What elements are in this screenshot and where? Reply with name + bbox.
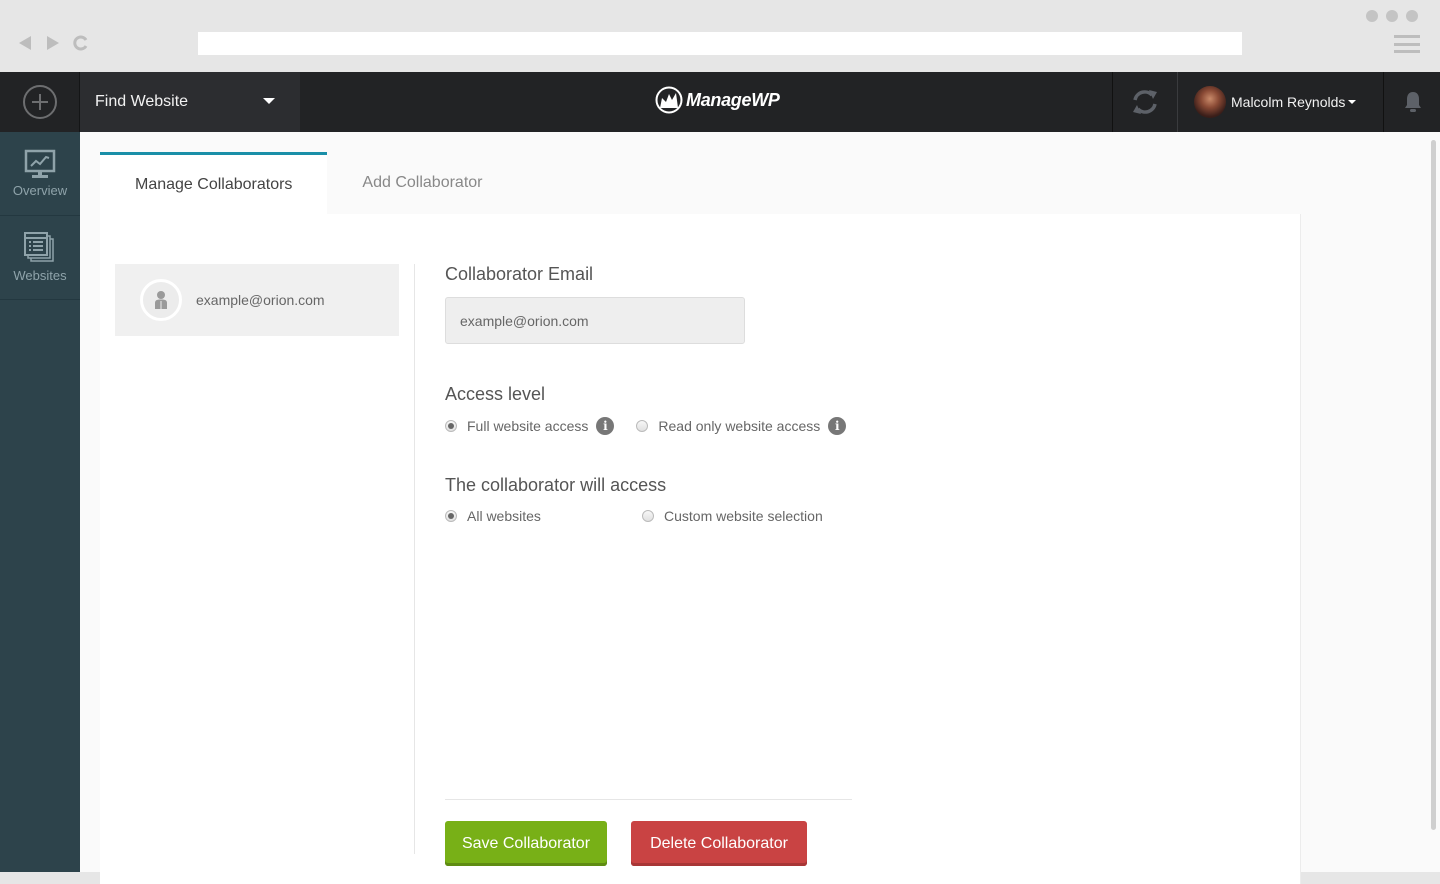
browser-chrome (0, 0, 1440, 72)
sync-icon (1133, 90, 1157, 114)
collaborator-tabs: Manage Collaborators Add Collaborator (100, 152, 518, 214)
sidebar-item-overview[interactable]: Overview (0, 132, 80, 216)
find-website-label: Find Website (95, 93, 189, 110)
top-navbar: Find Website ManageWP Malcolm Reynolds (0, 72, 1440, 132)
all-websites-label: All websites (467, 508, 541, 524)
delete-collaborator-button[interactable]: Delete Collaborator (631, 821, 807, 866)
info-icon[interactable]: i (828, 417, 847, 435)
window-dot[interactable] (1366, 10, 1378, 22)
chevron-down-icon (1348, 100, 1357, 104)
save-collaborator-button[interactable]: Save Collaborator (445, 821, 607, 866)
managewp-logo-icon (655, 86, 683, 114)
monitor-chart-icon (24, 149, 56, 178)
window-controls (1366, 10, 1418, 22)
collaborator-email: example@orion.com (196, 292, 325, 308)
forward-button[interactable] (44, 34, 62, 52)
read-only-access-radio[interactable] (636, 420, 649, 432)
custom-selection-radio[interactable] (642, 510, 654, 522)
user-name: Malcolm Reynolds (1231, 94, 1346, 110)
access-level-options: Full website access i Read only website … (445, 417, 853, 435)
websites-list-icon (24, 232, 54, 262)
chevron-down-icon (263, 98, 275, 104)
hamburger-menu-icon[interactable] (1394, 35, 1420, 53)
forward-arrow-icon (47, 36, 59, 50)
read-only-access-label: Read only website access (658, 418, 821, 434)
sidebar-item-label: Overview (12, 183, 68, 198)
user-avatar (1194, 86, 1226, 118)
notifications-button[interactable] (1385, 72, 1440, 132)
access-level-label: Access level (445, 384, 546, 404)
browser-nav (16, 34, 90, 52)
reload-icon (73, 35, 88, 51)
all-websites-radio[interactable] (445, 510, 457, 522)
back-button[interactable] (16, 34, 34, 52)
plus-circle-icon (22, 85, 57, 119)
scope-label: The collaborator will access (445, 475, 667, 495)
main-content: Manage Collaborators Add Collaborator ex… (80, 132, 1440, 884)
collaborator-avatar (140, 279, 182, 321)
scrollbar[interactable] (1431, 140, 1436, 830)
window-dot[interactable] (1406, 10, 1418, 22)
reload-button[interactable] (72, 34, 90, 52)
email-label: Collaborator Email (445, 264, 594, 284)
panel-divider (414, 264, 415, 854)
window-dot[interactable] (1386, 10, 1398, 22)
full-access-label: Full website access (467, 418, 589, 434)
collaborator-email-field[interactable] (445, 297, 745, 344)
user-icon (155, 291, 167, 309)
form-divider (445, 799, 852, 800)
address-bar[interactable] (198, 32, 1242, 55)
collaborator-list-item[interactable]: example@orion.com (115, 264, 399, 336)
custom-selection-label: Custom website selection (664, 508, 823, 524)
collaborator-list: example@orion.com (115, 264, 399, 336)
sidebar-item-label: Websites (13, 268, 67, 283)
managewp-logo[interactable]: ManageWP (655, 86, 780, 114)
collaborator-panel: example@orion.com Collaborator Email Acc… (100, 214, 1300, 884)
tab-manage-collaborators[interactable]: Manage Collaborators (100, 152, 328, 214)
user-menu[interactable]: Malcolm Reynolds (1178, 72, 1384, 132)
scope-options: All websites Custom website selection (445, 508, 853, 524)
sidebar-item-websites[interactable]: Websites (0, 216, 80, 300)
tab-add-collaborator[interactable]: Add Collaborator (327, 152, 517, 214)
logo-text: ManageWP (686, 89, 780, 110)
find-website-dropdown[interactable]: Find Website (80, 72, 300, 132)
add-website-button[interactable] (0, 72, 80, 132)
sync-button[interactable] (1112, 72, 1178, 132)
sidebar: Overview Websites (0, 132, 80, 872)
bell-icon (1404, 92, 1421, 112)
back-arrow-icon (19, 36, 31, 50)
full-access-radio[interactable] (445, 420, 457, 432)
info-icon[interactable]: i (596, 417, 615, 435)
collaborator-form: Collaborator Email Access level Full web… (445, 264, 853, 524)
